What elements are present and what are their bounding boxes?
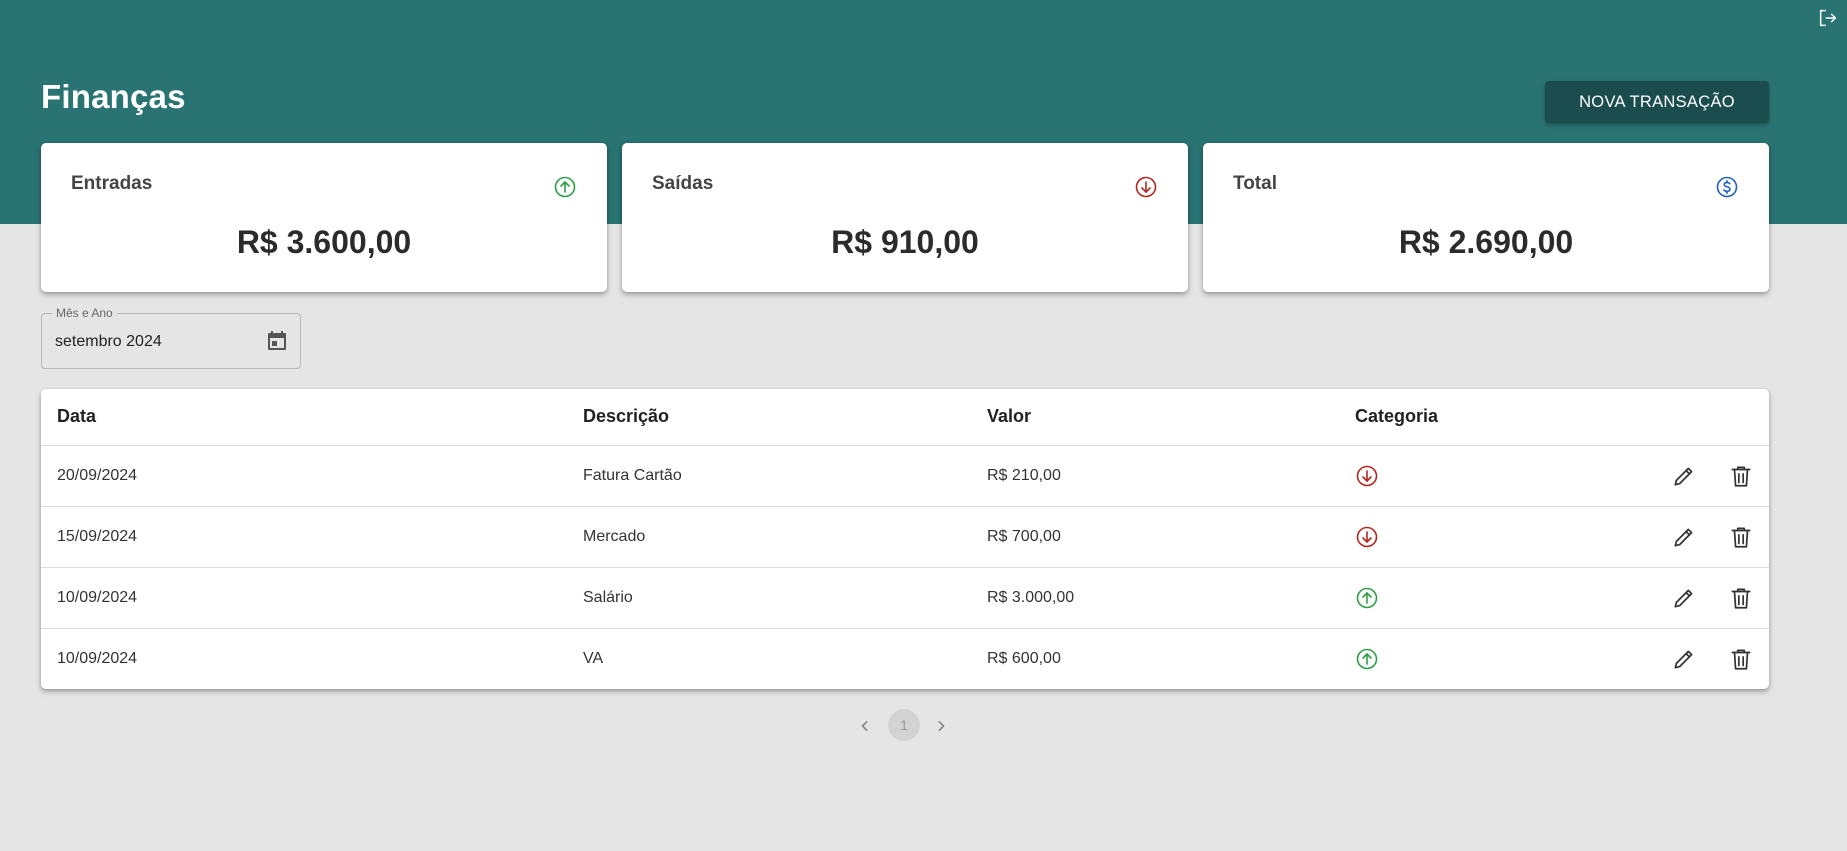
- row-value: R$ 700,00: [987, 528, 1061, 545]
- expense-label: Saídas: [652, 173, 714, 194]
- row-description: Salário: [583, 589, 633, 606]
- row-description: VA: [583, 650, 604, 667]
- pencil-icon[interactable]: [1671, 524, 1697, 550]
- arrow-up-circle-icon: [553, 175, 577, 199]
- row-date: 10/09/2024: [57, 650, 138, 667]
- header-description: Descrição: [583, 406, 670, 426]
- table-row: 10/09/2024 Salário R$ 3.000,00: [41, 568, 1769, 629]
- chevron-right-icon[interactable]: [931, 716, 951, 736]
- total-card: Total R$ 2.690,00: [1203, 143, 1769, 292]
- pencil-icon[interactable]: [1671, 585, 1697, 611]
- trash-icon[interactable]: [1728, 463, 1754, 489]
- total-value: R$ 2.690,00: [1398, 224, 1574, 260]
- pencil-icon[interactable]: [1671, 646, 1697, 672]
- row-date: 20/09/2024: [57, 467, 138, 484]
- arrow-down-circle-icon: [1355, 464, 1379, 488]
- arrow-up-circle-icon: [1355, 586, 1379, 610]
- month-year-value[interactable]: setembro 2024: [55, 333, 162, 351]
- dollar-circle-icon: [1715, 175, 1739, 199]
- trash-icon[interactable]: [1728, 646, 1754, 672]
- trash-icon[interactable]: [1728, 524, 1754, 550]
- row-date: 15/09/2024: [57, 528, 138, 545]
- page-button-current[interactable]: 1: [888, 709, 920, 741]
- row-description: Mercado: [583, 528, 646, 545]
- total-label: Total: [1233, 173, 1277, 194]
- row-value: R$ 210,00: [987, 467, 1061, 484]
- table-row: 10/09/2024 VA R$ 600,00: [41, 629, 1769, 689]
- chevron-left-icon[interactable]: [855, 716, 875, 736]
- row-date: 10/09/2024: [57, 589, 138, 606]
- transactions-table: Data Descrição Valor Categoria 20/09/202…: [41, 389, 1769, 689]
- page-title: Finanças: [41, 78, 186, 115]
- logout-icon[interactable]: [1817, 7, 1839, 29]
- arrow-down-circle-icon: [1134, 175, 1158, 199]
- arrow-down-circle-icon: [1355, 525, 1379, 549]
- table-header: Data Descrição Valor Categoria: [41, 389, 1769, 446]
- new-transaction-button[interactable]: NOVA TRANSAÇÃO: [1545, 81, 1769, 123]
- table-row: 20/09/2024 Fatura Cartão R$ 210,00: [41, 446, 1769, 507]
- header-date: Data: [57, 406, 97, 426]
- arrow-up-circle-icon: [1355, 647, 1379, 671]
- income-value: R$ 3.600,00: [236, 224, 412, 260]
- pencil-icon[interactable]: [1671, 463, 1697, 489]
- row-value: R$ 3.000,00: [987, 589, 1075, 606]
- trash-icon[interactable]: [1728, 585, 1754, 611]
- table-row: 15/09/2024 Mercado R$ 700,00: [41, 507, 1769, 568]
- income-card: Entradas R$ 3.600,00: [41, 143, 607, 292]
- income-label: Entradas: [71, 173, 153, 194]
- expense-card: Saídas R$ 910,00: [622, 143, 1188, 292]
- row-value: R$ 600,00: [987, 650, 1061, 667]
- calendar-icon[interactable]: [265, 329, 289, 353]
- row-description: Fatura Cartão: [583, 467, 682, 484]
- header-category: Categoria: [1355, 406, 1439, 426]
- month-year-field[interactable]: Mês e Ano setembro 2024: [41, 306, 301, 369]
- expense-value: R$ 910,00: [831, 224, 979, 260]
- header-value: Valor: [987, 406, 1032, 426]
- month-year-label: Mês e Ano: [52, 306, 117, 320]
